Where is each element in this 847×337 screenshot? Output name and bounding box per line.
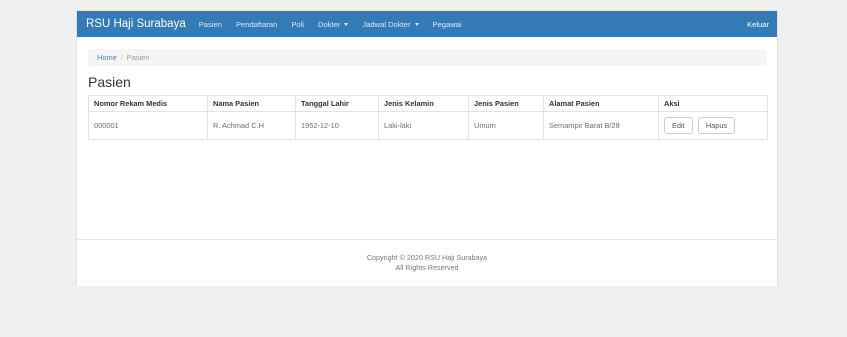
cell-patient-name: R. Achmad C.H <box>207 111 296 140</box>
cell-record-number: 000001 <box>88 111 208 140</box>
table-header-row: Nomor Rekam Medis Nama Pasien Tanggal La… <box>88 95 768 112</box>
delete-button[interactable]: Hapus <box>697 116 736 135</box>
nav-item-pegawai[interactable]: Pegawai <box>433 20 462 29</box>
cell-actions: Edit Hapus <box>658 111 768 140</box>
cell-address: Semampir Barat B/28 <box>543 111 659 140</box>
table-row: 000001 R. Achmad C.H 1952-12-10 Laki-lak… <box>88 111 768 140</box>
cell-birth-date: 1952-12-10 <box>295 111 379 140</box>
nav-item-label: Pegawai <box>432 19 462 29</box>
nav-item-label: Pasien <box>198 19 222 29</box>
edit-button[interactable]: Edit <box>664 116 693 135</box>
column-header: Tanggal Lahir <box>295 95 379 112</box>
column-header: Nama Pasien <box>207 95 296 112</box>
page-container: RSU Haji Surabaya Pasien Pendaftaran Pol… <box>76 10 778 286</box>
footer-rights: All Rights Reserved <box>395 263 459 272</box>
nav-item-label: Dokter <box>318 19 341 29</box>
column-header: Aksi <box>658 95 768 112</box>
breadcrumb-home[interactable]: Home <box>97 53 117 62</box>
nav-item-pasien[interactable]: Pasien <box>199 20 222 29</box>
nav-item-label: Jadwal Dokter <box>362 19 411 29</box>
nav-item-label: Poli <box>291 19 305 29</box>
caret-down-icon <box>414 22 419 26</box>
breadcrumb-current: Pasien <box>126 53 150 62</box>
cell-gender: Laki-laki <box>378 111 469 140</box>
column-header: Alamat Pasien <box>543 95 659 112</box>
top-navbar: RSU Haji Surabaya Pasien Pendaftaran Pol… <box>77 11 777 37</box>
footer: Copyright © 2020 RSU Haji Surabaya All R… <box>77 239 777 286</box>
nav-item-pendaftaran[interactable]: Pendaftaran <box>236 20 277 29</box>
column-header: Jenis Pasien <box>468 95 544 112</box>
logout-link[interactable]: Keluar <box>747 20 769 29</box>
nav-item-label: Pendaftaran <box>235 19 278 29</box>
caret-down-icon <box>344 22 349 26</box>
footer-copyright: Copyright © 2020 RSU Haji Surabaya <box>366 252 488 262</box>
breadcrumb-separator: / <box>120 53 123 62</box>
brand-link[interactable]: RSU Haji Surabaya <box>86 18 186 30</box>
nav-item-poli[interactable]: Poli <box>291 20 304 29</box>
column-header: Jenis Kelamin <box>378 95 469 112</box>
nav-dropdown-jadwal-dokter[interactable]: Jadwal Dokter <box>362 19 419 29</box>
page-title: Pasien <box>88 74 131 90</box>
breadcrumb: Home / Pasien <box>88 49 767 66</box>
cell-patient-type: Umum <box>468 111 544 140</box>
column-header: Nomor Rekam Medis <box>88 95 208 112</box>
nav-dropdown-dokter[interactable]: Dokter <box>318 19 349 29</box>
patients-table: Nomor Rekam Medis Nama Pasien Tanggal La… <box>88 95 768 140</box>
